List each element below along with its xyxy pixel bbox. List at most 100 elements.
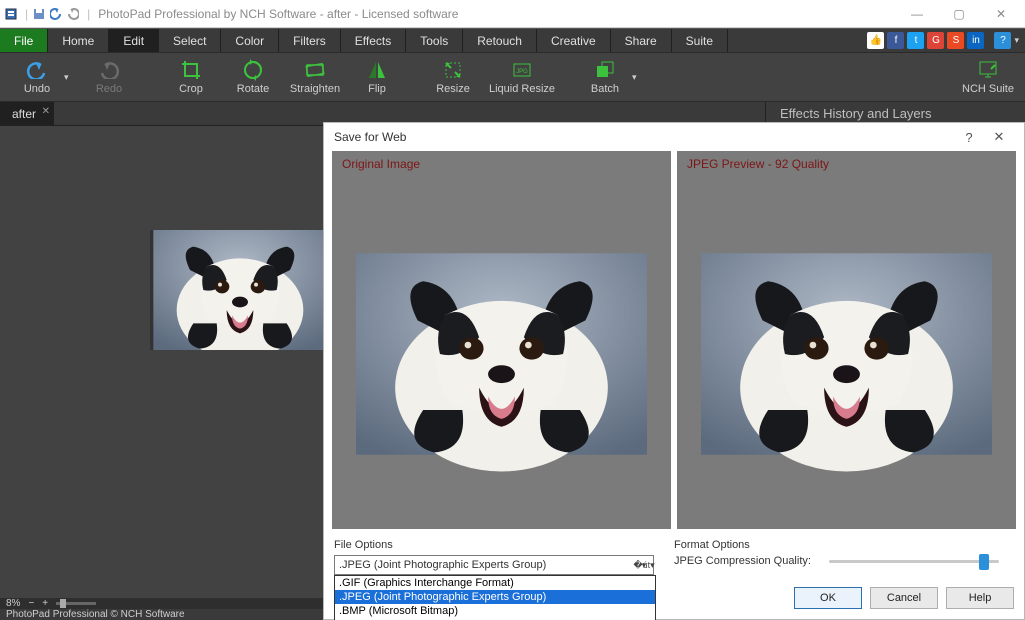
flip-icon xyxy=(366,59,388,81)
chevron-down-icon: ▾ xyxy=(637,558,651,572)
tab-effects[interactable]: Effects xyxy=(341,29,406,52)
label: Resize xyxy=(436,83,470,95)
file-format-select[interactable]: .JPEG (Joint Photographic Experts Group)… xyxy=(334,555,654,575)
preview-image xyxy=(701,203,992,505)
dialog-help-button[interactable]: ? xyxy=(954,130,984,145)
close-icon[interactable]: ✕ xyxy=(42,106,50,117)
help-button[interactable]: Help xyxy=(946,587,1014,609)
undo-icon[interactable] xyxy=(49,7,63,21)
resize-icon xyxy=(442,59,464,81)
liquid-resize-icon: JPG xyxy=(511,59,533,81)
compression-label: JPEG Compression Quality: xyxy=(674,555,817,567)
nchsuite-icon xyxy=(977,59,999,81)
original-label: Original Image xyxy=(332,151,671,179)
tab-select[interactable]: Select xyxy=(159,29,221,52)
crop-button[interactable]: Crop xyxy=(160,53,222,101)
tab-tools[interactable]: Tools xyxy=(406,29,463,52)
linkedin-icon[interactable]: in xyxy=(967,32,984,49)
close-button[interactable]: ✕ xyxy=(981,2,1021,26)
file-options-group: File Options .JPEG (Joint Photographic E… xyxy=(334,539,656,575)
label: Batch xyxy=(591,83,619,95)
stumble-icon[interactable]: S xyxy=(947,32,964,49)
rotate-icon xyxy=(242,59,264,81)
file-options-label: File Options xyxy=(334,539,656,551)
label: Redo xyxy=(96,83,122,95)
zoom-in-button[interactable]: + xyxy=(42,598,48,609)
liquid-resize-button[interactable]: JPG Liquid Resize xyxy=(484,53,560,101)
original-preview-panel: Original Image xyxy=(332,151,671,529)
help-icon[interactable]: ? xyxy=(994,32,1011,49)
app-title: PhotoPad Professional by NCH Software - … xyxy=(98,7,458,21)
zoom-slider[interactable] xyxy=(56,602,96,605)
tab-retouch[interactable]: Retouch xyxy=(463,29,537,52)
facebook-icon[interactable]: f xyxy=(887,32,904,49)
document-tab-after[interactable]: after ✕ xyxy=(0,102,54,125)
tab-edit[interactable]: Edit xyxy=(109,29,159,52)
svg-text:JPG: JPG xyxy=(516,69,528,75)
label: Rotate xyxy=(237,83,269,95)
label: Straighten xyxy=(290,83,340,95)
tab-home[interactable]: Home xyxy=(48,29,109,52)
tab-file[interactable]: File xyxy=(0,29,48,52)
flip-button[interactable]: Flip xyxy=(346,53,408,101)
googleplus-icon[interactable]: G xyxy=(927,32,944,49)
tab-filters[interactable]: Filters xyxy=(279,29,341,52)
resize-button[interactable]: Resize xyxy=(422,53,484,101)
dialog-titlebar: Save for Web ? ✕ xyxy=(324,123,1024,151)
undo-button[interactable]: Undo xyxy=(6,53,68,101)
app-menu-icon[interactable] xyxy=(4,7,18,21)
label: NCH Suite xyxy=(962,83,1014,95)
undo-dropdown-icon[interactable]: ▾ xyxy=(64,72,74,83)
redo-button[interactable]: Redo xyxy=(78,53,140,101)
label: Crop xyxy=(179,83,203,95)
format-options-label: Format Options xyxy=(674,539,1014,551)
ok-button[interactable]: OK xyxy=(794,587,862,609)
zoom-value: 8% xyxy=(6,598,20,609)
options-row: File Options .JPEG (Joint Photographic E… xyxy=(324,535,1024,581)
redo-icon[interactable] xyxy=(66,7,80,21)
tab-creative[interactable]: Creative xyxy=(537,29,611,52)
batch-icon xyxy=(594,59,616,81)
straighten-icon xyxy=(304,59,326,81)
thumbs-up-icon[interactable]: 👍 xyxy=(867,32,884,49)
save-for-web-dialog: Save for Web ? ✕ Original Image xyxy=(323,122,1025,620)
rotate-button[interactable]: Rotate xyxy=(222,53,284,101)
format-option-bmp[interactable]: .BMP (Microsoft Bitmap) xyxy=(335,604,655,618)
doctab-label: after xyxy=(12,107,36,121)
format-option-gif[interactable]: .GIF (Graphics Interchange Format) xyxy=(335,576,655,590)
dialog-close-button[interactable]: ✕ xyxy=(984,129,1014,145)
slider-thumb[interactable] xyxy=(979,554,989,570)
undo-icon xyxy=(26,59,48,81)
dog-image xyxy=(150,230,330,350)
titlebar: | | PhotoPad Professional by NCH Softwar… xyxy=(0,0,1025,28)
save-icon[interactable] xyxy=(32,7,46,21)
preview-label: JPEG Preview - 92 Quality xyxy=(677,151,1016,179)
jpeg-preview-panel: JPEG Preview - 92 Quality xyxy=(677,151,1016,529)
social-icons: 👍 f t G S in ? ▾ xyxy=(867,29,1025,52)
tab-share[interactable]: Share xyxy=(611,29,672,52)
tab-suite[interactable]: Suite xyxy=(672,29,728,52)
quality-slider[interactable] xyxy=(829,560,999,563)
sep: | xyxy=(25,7,28,21)
zoom-out-button[interactable]: − xyxy=(28,598,34,609)
dialog-title: Save for Web xyxy=(334,130,406,144)
image-canvas[interactable] xyxy=(150,230,330,350)
twitter-icon[interactable]: t xyxy=(907,32,924,49)
crop-icon xyxy=(180,59,202,81)
sep: | xyxy=(87,7,90,21)
batch-dropdown-icon[interactable]: ▾ xyxy=(632,72,642,83)
maximize-button[interactable]: ▢ xyxy=(939,2,979,26)
straighten-button[interactable]: Straighten xyxy=(284,53,346,101)
help-dropdown-icon[interactable]: ▾ xyxy=(1014,35,1019,46)
select-value: .JPEG (Joint Photographic Experts Group) xyxy=(339,559,546,571)
format-option-jpeg[interactable]: .JPEG (Joint Photographic Experts Group) xyxy=(335,590,655,604)
preview-row: Original Image xyxy=(324,151,1024,535)
format-options-group: Format Options JPEG Compression Quality: xyxy=(674,539,1014,575)
batch-button[interactable]: Batch xyxy=(574,53,636,101)
label: Liquid Resize xyxy=(489,83,555,95)
original-image xyxy=(356,203,647,505)
tab-color[interactable]: Color xyxy=(221,29,279,52)
minimize-button[interactable]: — xyxy=(897,2,937,26)
cancel-button[interactable]: Cancel xyxy=(870,587,938,609)
nchsuite-button[interactable]: NCH Suite xyxy=(957,53,1019,101)
